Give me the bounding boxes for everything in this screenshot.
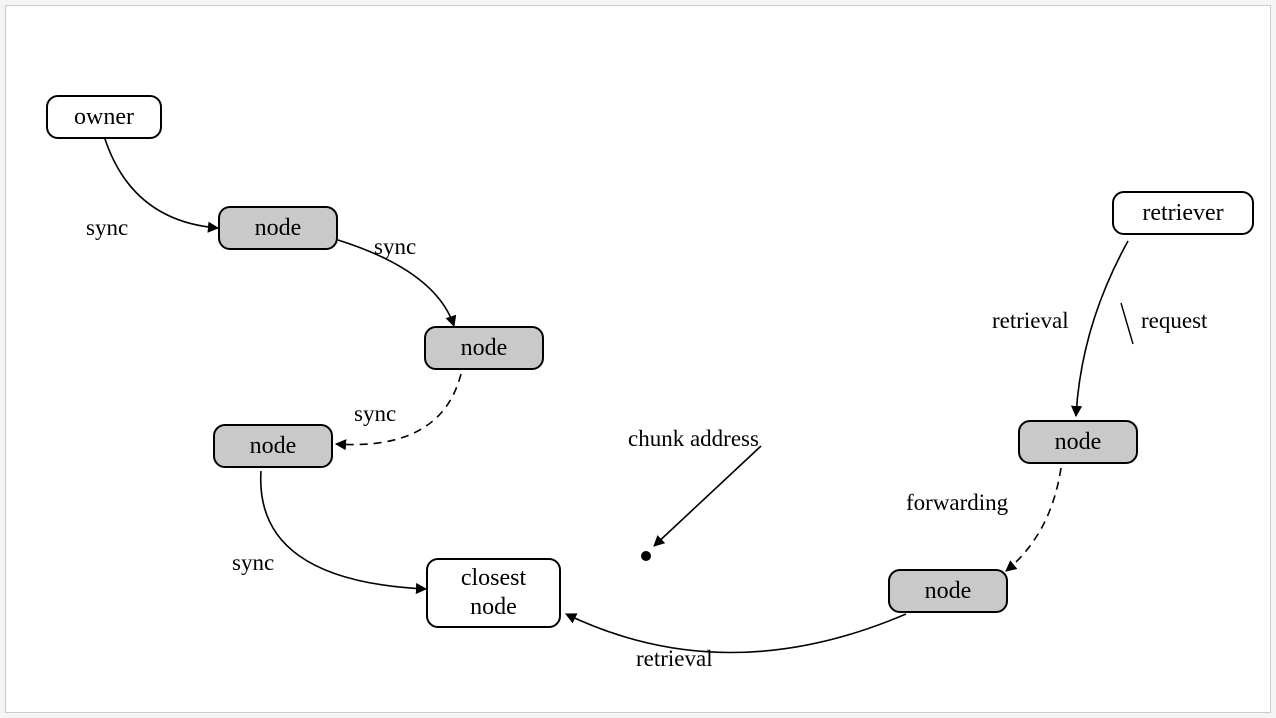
label-request: request: [1141, 308, 1207, 334]
edge-forwarding: [1006, 468, 1061, 571]
label-sync1: sync: [86, 215, 128, 241]
label-retrieval2: retrieval: [636, 646, 713, 672]
closest-node-box: closest node: [426, 558, 561, 628]
node-box-4: node: [1018, 420, 1138, 464]
edge-retrieval-request: [1076, 241, 1128, 416]
label-sync2: sync: [374, 234, 416, 260]
diagram-canvas: owner node node node closest node retrie…: [5, 5, 1271, 713]
label-chunk: chunk address: [628, 426, 759, 452]
edge-chunk: [654, 446, 761, 546]
node-box-2: node: [424, 326, 544, 370]
label-sync4: sync: [232, 550, 274, 576]
node-box-3: node: [213, 424, 333, 468]
edges-layer: [6, 6, 1272, 714]
label-sync3: sync: [354, 401, 396, 427]
edge-sync4: [261, 471, 426, 589]
node-box-5: node: [888, 569, 1008, 613]
edge-request-sep: [1121, 303, 1133, 344]
edge-retrieval2: [566, 614, 906, 653]
owner-box: owner: [46, 95, 162, 139]
node-box-1: node: [218, 206, 338, 250]
label-retrieval1: retrieval: [992, 308, 1069, 334]
retriever-box: retriever: [1112, 191, 1254, 235]
label-forwarding: forwarding: [906, 490, 1008, 516]
chunk-address-dot: [641, 551, 651, 561]
